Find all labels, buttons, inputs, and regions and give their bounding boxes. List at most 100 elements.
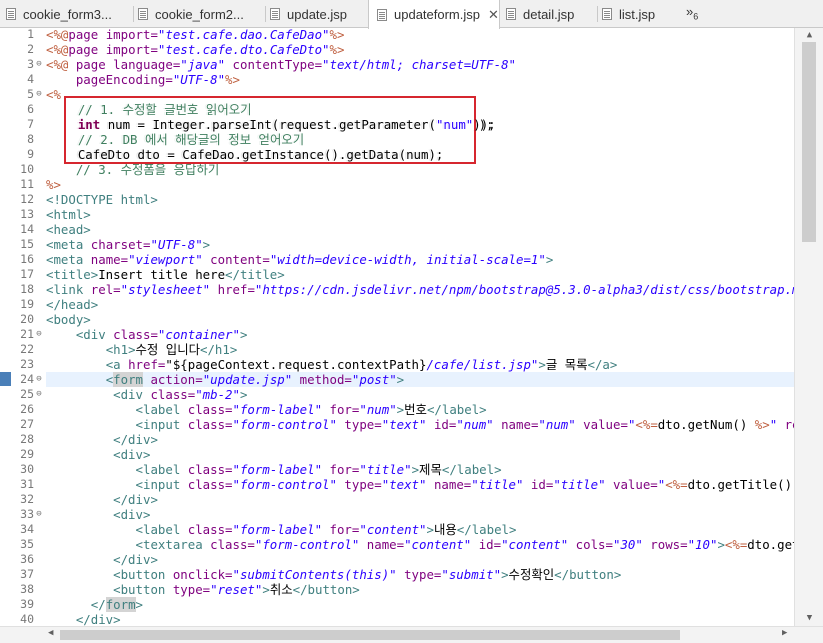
horizontal-scroll-thumb[interactable] (60, 630, 680, 640)
tab-cookie-form2[interactable]: cookie_form2... (138, 0, 266, 28)
fold-minus-icon[interactable]: ⊖ (34, 372, 44, 387)
token: </label> (426, 402, 487, 417)
line-number: 39 (20, 597, 34, 611)
vertical-scroll-thumb[interactable] (802, 42, 816, 242)
close-icon[interactable]: ✕ (488, 7, 499, 23)
token: )); (473, 117, 496, 132)
token: <button (113, 582, 166, 597)
token: "container" (157, 327, 240, 342)
token: 내용 (433, 522, 457, 537)
token: "form-label" (232, 522, 323, 537)
token: class= (180, 402, 233, 417)
fold-minus-icon[interactable]: ⊖ (34, 327, 44, 342)
token: > (426, 522, 434, 537)
token: // 3. 수정폼을 응답하기 (46, 162, 220, 177)
token: class= (180, 417, 233, 432)
tab-cookie-form3[interactable]: cookie_form3... (6, 0, 134, 28)
line-number: 21 (20, 327, 34, 341)
code-line-13: <html> (46, 207, 91, 222)
token: > (501, 567, 509, 582)
code-editor[interactable]: 1 2 3 4 5 6 7 8 9 10 11 12 13 14 15 16 1… (0, 28, 794, 626)
boxed-line-8: // 2. DB 에서 해당글의 정보 얻어오기 (48, 132, 304, 147)
token: "test.cafe.dto.CafeDto" (157, 42, 330, 57)
fold-minus-icon[interactable]: ⊖ (34, 387, 44, 402)
token: class= (180, 462, 233, 477)
token: <%= (724, 537, 748, 552)
file-icon (270, 8, 280, 20)
code-line-18: <link rel="stylesheet" href="https://cdn… (46, 282, 794, 297)
token: type= (336, 477, 382, 492)
token: name= (426, 477, 472, 492)
tab-updateform-jsp[interactable]: updateform.jsp ✕ (368, 0, 500, 29)
token: "submit" (441, 567, 502, 582)
code-line-29: <div> (46, 447, 150, 462)
token: "title" (359, 462, 412, 477)
token: </label> (441, 462, 502, 477)
token: "text" (381, 417, 427, 432)
token: <%@ (46, 28, 69, 42)
line-number: 28 (20, 432, 34, 446)
code-line-11: %> (46, 177, 61, 192)
token: for= (322, 462, 360, 477)
token: class= (105, 327, 158, 342)
line-number: 13 (20, 207, 34, 221)
token: value= (605, 477, 658, 492)
token: type= (336, 417, 382, 432)
tab-overflow-button[interactable]: »6 (686, 4, 698, 22)
code-line-23: <a href="${pageContext.request.contextPa… (46, 357, 618, 372)
scroll-up-icon[interactable]: ▲ (795, 30, 823, 40)
token: > (538, 357, 546, 372)
token: name= (83, 252, 129, 267)
highlight-box: // 1. 수정할 글번호 읽어오기 int num = Integer.par… (64, 96, 496, 164)
fold-minus-icon[interactable]: ⊖ (34, 57, 44, 72)
token: "update.jsp" (202, 372, 293, 387)
fold-minus-icon[interactable]: ⊖ (34, 87, 44, 102)
file-icon (6, 8, 16, 20)
token: "reset" (210, 582, 263, 597)
horizontal-scrollbar[interactable]: ◀ ▶ (0, 626, 823, 643)
file-icon (602, 8, 612, 20)
editor-tab-bar: cookie_form3... cookie_form2... update.j… (0, 0, 823, 29)
code-line-12: <!DOCTYPE html> (46, 192, 158, 207)
code-line-16: <meta name="viewport" content="width=dev… (46, 252, 553, 267)
token: > (135, 597, 143, 612)
token: <textarea (135, 537, 203, 552)
tab-divider (265, 6, 266, 22)
token: pageEncoding= (46, 72, 173, 87)
boxed-line-7: int num = Integer.parseInt(request.getPa… (48, 117, 496, 132)
tab-update-jsp[interactable]: update.jsp (270, 0, 366, 28)
token: <div> (113, 507, 151, 522)
token: > (396, 372, 405, 387)
fold-minus-icon[interactable]: ⊖ (34, 507, 44, 522)
token: import= (98, 42, 158, 57)
token: <meta (46, 237, 84, 252)
line-number: 34 (20, 522, 34, 536)
tab-label: list.jsp (619, 6, 656, 22)
code-line-24: <form action="update.jsp" method="post"> (46, 372, 404, 387)
line-number: 31 (20, 477, 34, 491)
vertical-scrollbar[interactable]: ▲ ▼ (794, 28, 823, 626)
token: class= (142, 387, 196, 402)
scroll-down-icon[interactable]: ▼ (795, 613, 823, 623)
token: <link (46, 282, 84, 297)
code-line-1: <%@page import="test.cafe.dao.CafeDao"%> (46, 28, 344, 42)
code-line-10: // 3. 수정폼을 응답하기 (46, 162, 219, 177)
line-number: 15 (20, 237, 34, 251)
code-line-4: pageEncoding="UTF-8"%> (46, 72, 240, 87)
line-number: 8 (27, 132, 34, 146)
scroll-left-icon[interactable]: ◀ (48, 628, 53, 638)
tab-list-jsp[interactable]: list.jsp (602, 0, 682, 28)
token: dto.getNum() (657, 417, 755, 432)
token: <div (75, 327, 106, 342)
line-number: 35 (20, 537, 34, 551)
token: </button> (292, 582, 360, 597)
token: </div> (75, 612, 121, 626)
tab-detail-jsp[interactable]: detail.jsp (506, 0, 598, 28)
token: 번호 (404, 402, 427, 417)
scroll-right-icon[interactable]: ▶ (782, 628, 787, 638)
code-line-22: <h1>수정 입니다</h1> (46, 342, 238, 357)
